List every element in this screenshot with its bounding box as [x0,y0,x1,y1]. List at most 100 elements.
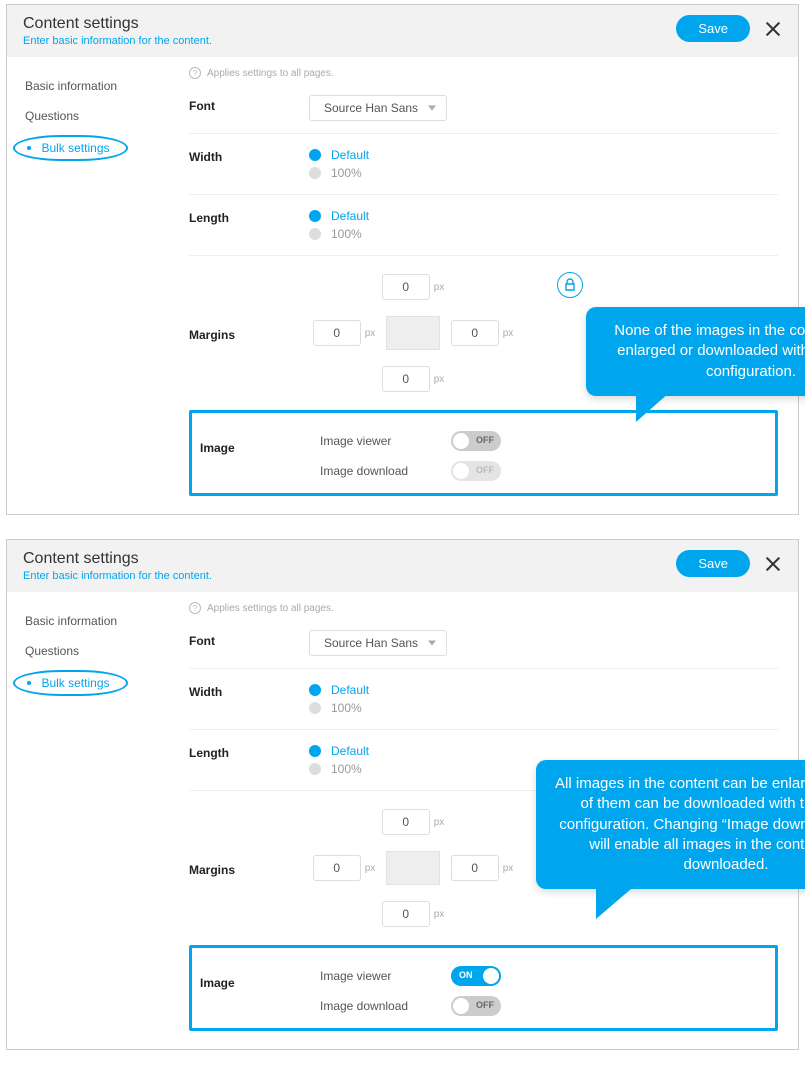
font-label: Font [189,95,309,113]
font-row: Font Source Han Sans [189,626,778,668]
close-icon[interactable] [764,20,782,38]
width-option-100[interactable]: 100% [309,164,778,182]
width-option-default[interactable]: Default [309,681,778,699]
callout-tail [596,883,638,919]
width-row: Width Default 100% [189,133,778,194]
sidebar-item-label: Bulk settings [41,676,109,690]
font-select[interactable]: Source Han Sans [309,630,447,656]
image-section: Image Image viewer ON Image download [189,945,778,1031]
hint-text: Applies settings to all pages. [207,603,334,614]
help-icon[interactable]: ? [189,67,201,79]
hint-row: ? Applies settings to all pages. [189,67,778,79]
width-row: Width Default 100% [189,668,778,729]
image-viewer-toggle[interactable]: ON [451,966,501,986]
page-subtitle: Enter basic information for the content. [23,570,212,582]
close-icon[interactable] [764,555,782,573]
switch-knob [453,998,469,1014]
margin-right-input[interactable] [451,320,499,346]
lock-icon [564,278,576,292]
sidebar-item-basic[interactable]: Basic information [7,71,177,101]
switch-knob [483,968,499,984]
margin-right-input[interactable] [451,855,499,881]
content-area: ? Applies settings to all pages. Font So… [177,592,798,1049]
sidebar-item-questions[interactable]: Questions [7,101,177,131]
lock-margins-button[interactable] [557,272,583,298]
settings-panel: Content settings Enter basic information… [6,539,799,1050]
image-viewer-toggle[interactable]: OFF [451,431,501,451]
image-download-label: Image download [320,464,425,478]
length-option-100[interactable]: 100% [309,225,778,243]
help-icon[interactable]: ? [189,602,201,614]
image-download-toggle[interactable]: OFF [451,996,501,1016]
image-viewer-row: Image viewer OFF [320,431,501,451]
settings-panel: Content settings Enter basic information… [6,4,799,515]
sidebar-item-label: Bulk settings [41,141,109,155]
font-select[interactable]: Source Han Sans [309,95,447,121]
margin-top-input[interactable] [382,809,430,835]
image-download-row: Image download OFF [320,461,501,481]
image-download-label: Image download [320,999,425,1013]
unit-label: px [434,374,445,385]
switch-knob [453,433,469,449]
radio-label: Default [331,209,369,223]
margin-top-input[interactable] [382,274,430,300]
sidebar-item-questions[interactable]: Questions [7,636,177,666]
length-option-default[interactable]: Default [309,207,778,225]
radio-dot-icon [309,167,321,179]
callout-text: None of the images in the content can be… [614,322,805,380]
length-option-default[interactable]: Default [309,742,778,760]
margin-left-input[interactable] [313,320,361,346]
radio-dot-icon [309,684,321,696]
margin-preview [386,316,440,350]
sidebar: Basic information Questions Bulk setting… [7,57,177,514]
image-label: Image [200,966,320,990]
unit-label: px [503,863,514,874]
image-viewer-label: Image viewer [320,969,425,983]
switch-text: OFF [476,465,494,475]
radio-label: 100% [331,701,362,715]
panel-header: Content settings Enter basic information… [7,540,798,592]
save-button[interactable]: Save [676,15,750,42]
radio-label: Default [331,744,369,758]
unit-label: px [503,328,514,339]
radio-label: Default [331,683,369,697]
sidebar-item-basic[interactable]: Basic information [7,606,177,636]
length-label: Length [189,742,309,760]
width-label: Width [189,146,309,164]
unit-label: px [365,328,376,339]
callout-bubble: All images in the content can be enlarge… [536,760,805,889]
radio-dot-icon [309,745,321,757]
save-button[interactable]: Save [676,550,750,577]
margin-preview [386,851,440,885]
page-title: Content settings [23,550,212,568]
sidebar: Basic information Questions Bulk setting… [7,592,177,1049]
radio-dot-icon [309,149,321,161]
unit-label: px [365,863,376,874]
image-download-toggle: OFF [451,461,501,481]
margin-bottom-input[interactable] [382,366,430,392]
radio-dot-icon [309,228,321,240]
image-viewer-label: Image viewer [320,434,425,448]
margins-label: Margins [189,859,309,877]
sidebar-item-bulk[interactable]: Bulk settings [13,135,128,161]
active-dot-icon [27,681,31,685]
width-option-100[interactable]: 100% [309,699,778,717]
radio-label: 100% [331,762,362,776]
width-option-default[interactable]: Default [309,146,778,164]
margin-left-input[interactable] [313,855,361,881]
radio-label: Default [331,148,369,162]
callout-text: All images in the content can be enlarge… [555,775,805,873]
image-viewer-row: Image viewer ON [320,966,501,986]
page-title: Content settings [23,15,212,33]
sidebar-item-bulk[interactable]: Bulk settings [13,670,128,696]
switch-knob [453,463,469,479]
switch-text: OFF [476,1000,494,1010]
callout-tail [636,392,670,422]
margin-bottom-input[interactable] [382,901,430,927]
hint-row: ? Applies settings to all pages. [189,602,778,614]
image-download-row: Image download OFF [320,996,501,1016]
unit-label: px [434,817,445,828]
radio-dot-icon [309,210,321,222]
content-area: ? Applies settings to all pages. Font So… [177,57,798,514]
page-subtitle: Enter basic information for the content. [23,35,212,47]
